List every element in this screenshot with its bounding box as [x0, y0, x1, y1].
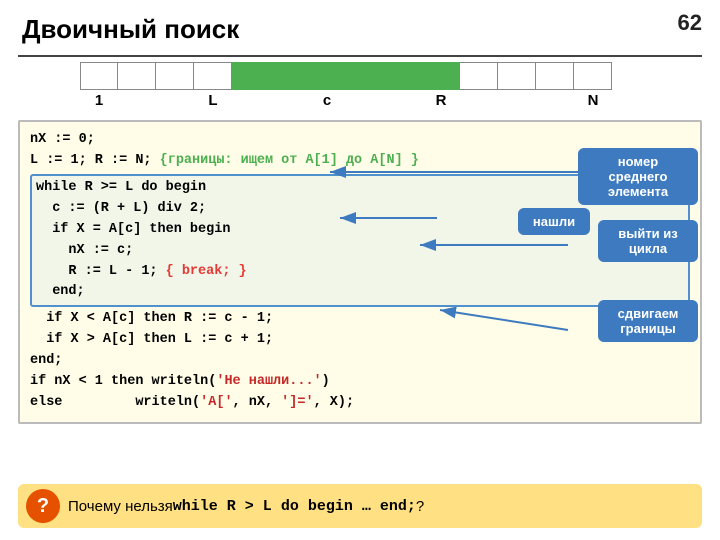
array-labels: 1 Lc R N	[80, 92, 640, 109]
array-cell-8	[384, 62, 422, 90]
array-visualization: 1 Lc R N	[80, 62, 640, 109]
array-cell-9	[422, 62, 460, 90]
array-cell-10	[460, 62, 498, 90]
array-label-8	[384, 92, 422, 109]
question-text-prefix: Почему нельзя	[68, 498, 173, 515]
array-cell-3	[194, 62, 232, 90]
callout-exit-loop: выйти изцикла	[598, 220, 698, 262]
code-line-7: R := L - 1; { break; }	[36, 262, 684, 283]
code-line-11: end;	[30, 351, 690, 372]
question-icon: ?	[26, 489, 60, 523]
question-box: ? Почему нельзя while R > L do begin … e…	[18, 484, 702, 528]
array-cell-2	[156, 62, 194, 90]
callout-middle-element: номер среднегоэлемента	[578, 148, 698, 205]
array-cell-6	[308, 62, 346, 90]
array-label-1	[118, 92, 156, 109]
code-line-8: end;	[36, 282, 684, 303]
callout-found: нашли	[518, 208, 590, 235]
array-cell-5	[270, 62, 308, 90]
code-line-9: if X < A[c] then R := c - 1;	[30, 309, 690, 330]
title-divider	[18, 55, 702, 57]
array-label-12	[536, 92, 574, 109]
array-cell-1	[118, 62, 156, 90]
array-cells	[80, 62, 640, 90]
array-cell-4	[232, 62, 270, 90]
array-label-11	[498, 92, 536, 109]
array-label-5	[270, 92, 308, 109]
code-line-12: if nX < 1 then writeln('Не нашли...')	[30, 372, 690, 393]
array-cell-12	[536, 62, 574, 90]
page-title: Двоичный поиск	[22, 14, 239, 45]
page-number: 62	[678, 10, 702, 36]
array-cell-0	[80, 62, 118, 90]
array-label-3: L	[194, 92, 232, 109]
array-label-0: 1	[80, 92, 118, 109]
code-line-13: else writeln('A[', nX, ']=', X);	[30, 393, 690, 414]
array-cell-13	[574, 62, 612, 90]
code-line-10: if X > A[c] then L := c + 1;	[30, 330, 690, 351]
callout-shift-bounds: сдвигаемграницы	[598, 300, 698, 342]
array-cell-7	[346, 62, 384, 90]
code-line-6: nX := c;	[36, 241, 684, 262]
array-label-4	[232, 92, 270, 109]
array-label-13: N	[574, 92, 612, 109]
array-label-6: c	[308, 92, 346, 109]
question-text-suffix: ?	[416, 498, 424, 515]
array-label-7	[346, 92, 384, 109]
question-code: while R > L do begin … end;	[173, 498, 416, 515]
array-label-9: R	[422, 92, 460, 109]
array-label-2	[156, 92, 194, 109]
array-label-10	[460, 92, 498, 109]
array-cell-11	[498, 62, 536, 90]
